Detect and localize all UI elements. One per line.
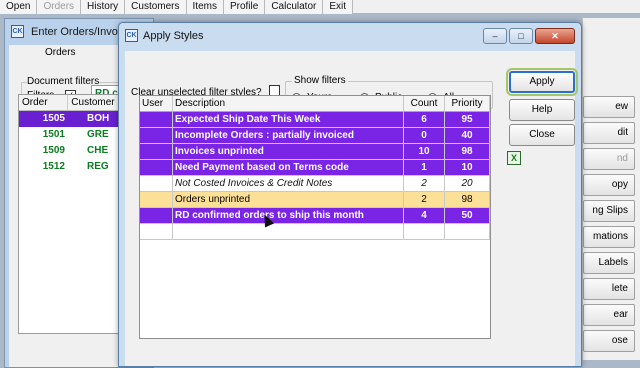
table-row[interactable]: Need Payment based on Terms code 1 10 — [140, 160, 490, 176]
menu-items[interactable]: Items — [186, 0, 224, 14]
app-icon: CK — [11, 25, 24, 38]
edit-button[interactable]: dit — [583, 122, 635, 144]
row-priority: 98 — [445, 144, 490, 160]
row-priority: 40 — [445, 128, 490, 144]
row-description: Invoices unprinted — [173, 144, 404, 160]
window-controls: – □ ✕ — [483, 28, 575, 44]
help-button[interactable]: Help — [509, 99, 575, 121]
row-count: 0 — [404, 128, 445, 144]
row-user — [140, 176, 173, 192]
order-number: 1501 — [42, 129, 65, 140]
menu-calculator[interactable]: Calculator — [265, 0, 324, 14]
row-description: Incomplete Orders : partially invoiced — [173, 128, 404, 144]
row-user — [140, 192, 173, 208]
column-header-user[interactable]: User — [140, 96, 173, 112]
row-user — [140, 112, 173, 128]
excel-export-icon[interactable]: X — [507, 151, 521, 165]
table-row[interactable]: Expected Ship Date This Week 6 95 — [140, 112, 490, 128]
menu-history[interactable]: History — [81, 0, 126, 14]
row-count: 1 — [404, 160, 445, 176]
row-priority — [445, 224, 490, 240]
find-button[interactable]: nd — [583, 148, 635, 170]
table-row[interactable]: Not Costed Invoices & Credit Notes 2 20 — [140, 176, 490, 192]
close-window-button[interactable]: ose — [583, 330, 635, 352]
document-filters-label: Document filters — [27, 76, 100, 87]
order-customer: REG — [87, 161, 109, 172]
row-priority: 95 — [445, 112, 490, 128]
dialog-app-icon: CK — [125, 29, 138, 42]
maximize-icon[interactable]: □ — [509, 28, 533, 44]
orders-side-panel: ew dit nd opy ng Slips mations Labels le… — [582, 18, 640, 360]
table-row[interactable]: Incomplete Orders : partially invoiced 0… — [140, 128, 490, 144]
row-count: 4 — [404, 208, 445, 224]
row-count: 10 — [404, 144, 445, 160]
menu-exit[interactable]: Exit — [323, 0, 354, 14]
table-row[interactable]: Orders unprinted 2 98 — [140, 192, 490, 208]
minimize-icon[interactable]: – — [483, 28, 507, 44]
row-count: 2 — [404, 176, 445, 192]
column-header-count[interactable]: Count — [404, 96, 445, 112]
row-description — [173, 224, 404, 240]
packing-slips-button[interactable]: ng Slips — [583, 200, 635, 222]
dialog-client: Clear unselected filter styles? Show fil… — [125, 51, 578, 366]
row-priority: 98 — [445, 192, 490, 208]
column-header-priority[interactable]: Priority — [445, 96, 490, 112]
apply-button[interactable]: Apply — [506, 68, 578, 96]
row-description: Need Payment based on Terms code — [173, 160, 404, 176]
row-description: Not Costed Invoices & Credit Notes — [173, 176, 404, 192]
order-customer: GRE — [87, 129, 109, 140]
show-filters-legend: Show filters — [292, 75, 348, 86]
row-user — [140, 224, 173, 240]
column-header-description[interactable]: Description — [173, 96, 404, 112]
delete-button[interactable]: lete — [583, 278, 635, 300]
menu-profile[interactable]: Profile — [223, 0, 266, 14]
tab-orders[interactable]: Orders — [45, 47, 76, 58]
table-row[interactable] — [140, 224, 490, 240]
row-count: 6 — [404, 112, 445, 128]
order-customer: BOH — [87, 113, 110, 124]
close-button[interactable]: Close — [509, 124, 575, 146]
row-description: RD confirmed orders to ship this month — [173, 208, 404, 224]
labels-button[interactable]: Labels — [583, 252, 635, 274]
row-description: Orders unprinted — [173, 192, 404, 208]
clear-button[interactable]: ear — [583, 304, 635, 326]
new-button[interactable]: ew — [583, 96, 635, 118]
row-priority: 10 — [445, 160, 490, 176]
menu-orders[interactable]: Orders — [37, 0, 82, 14]
row-user — [140, 160, 173, 176]
row-priority: 50 — [445, 208, 490, 224]
copy-button[interactable]: opy — [583, 174, 635, 196]
order-number: 1512 — [42, 161, 65, 172]
close-icon[interactable]: ✕ — [535, 28, 575, 44]
menu-open[interactable]: Open — [0, 0, 38, 14]
styles-grid: User Description Count Priority Expected… — [139, 95, 491, 339]
row-count: 2 — [404, 192, 445, 208]
confirmations-button[interactable]: mations — [583, 226, 635, 248]
row-user — [140, 128, 173, 144]
row-priority: 20 — [445, 176, 490, 192]
column-header-order[interactable]: Order — [19, 95, 69, 110]
table-row[interactable]: Invoices unprinted 10 98 — [140, 144, 490, 160]
dialog-title: Apply Styles — [143, 30, 204, 42]
menu-customers[interactable]: Customers — [125, 0, 187, 14]
order-customer: CHE — [87, 145, 109, 156]
order-number: 1509 — [42, 145, 65, 156]
row-count — [404, 224, 445, 240]
row-user — [140, 208, 173, 224]
enter-orders-title: Enter Orders/Invoic — [31, 26, 126, 38]
apply-styles-dialog: CK Apply Styles – □ ✕ Clear unselected f… — [118, 22, 582, 367]
row-user — [140, 144, 173, 160]
menubar: Open Orders History Customers Items Prof… — [0, 0, 640, 14]
row-description: Expected Ship Date This Week — [173, 112, 404, 128]
styles-grid-header: User Description Count Priority — [140, 96, 490, 112]
order-number: 1505 — [42, 113, 65, 124]
table-row[interactable]: RD confirmed orders to ship this month 4… — [140, 208, 490, 224]
